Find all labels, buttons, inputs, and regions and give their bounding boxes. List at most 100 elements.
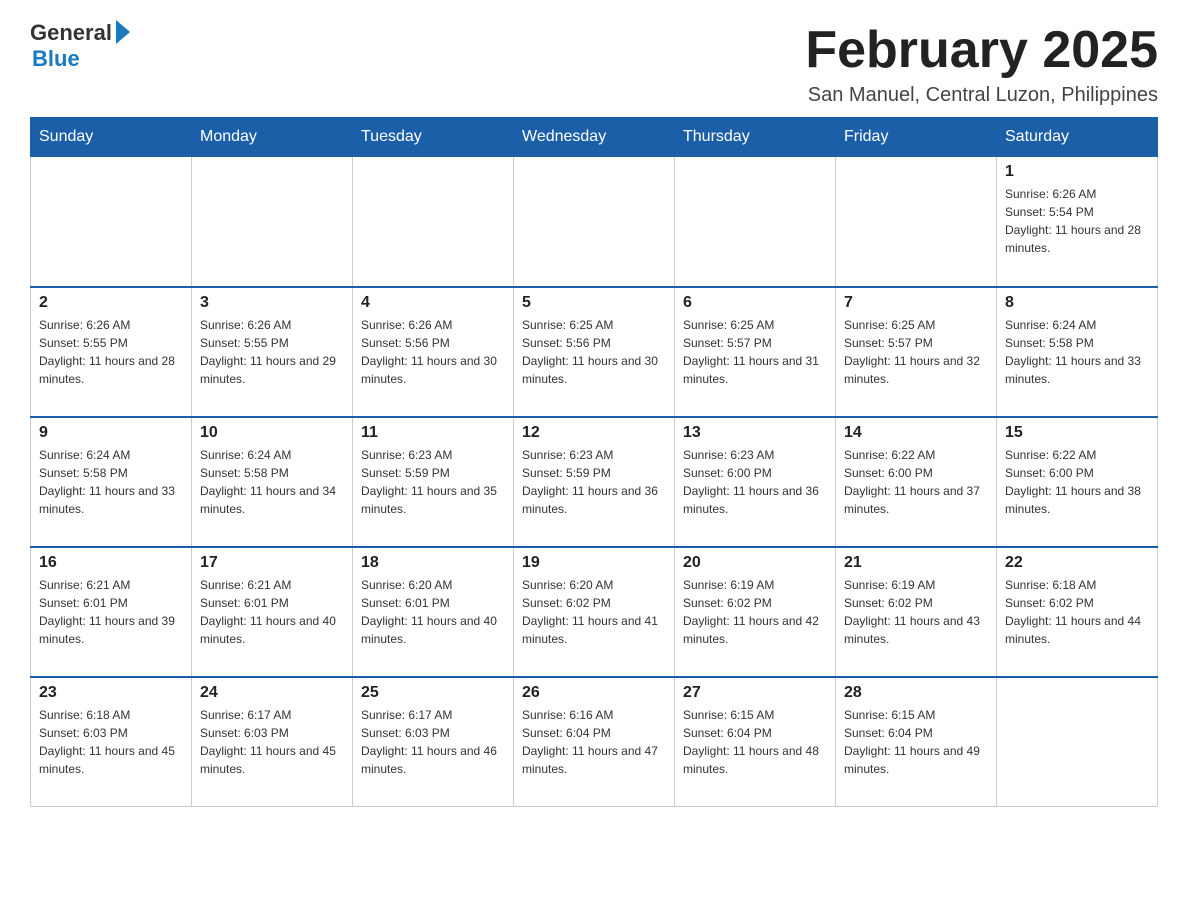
calendar-cell: 13Sunrise: 6:23 AMSunset: 6:00 PMDayligh… xyxy=(675,417,836,547)
weekday-header-sunday: Sunday xyxy=(31,118,192,157)
day-number: 26 xyxy=(522,684,666,702)
calendar-cell: 2Sunrise: 6:26 AMSunset: 5:55 PMDaylight… xyxy=(31,287,192,417)
calendar-cell: 12Sunrise: 6:23 AMSunset: 5:59 PMDayligh… xyxy=(514,417,675,547)
calendar-cell xyxy=(675,157,836,287)
day-info: Sunrise: 6:20 AMSunset: 6:02 PMDaylight:… xyxy=(522,576,666,648)
day-number: 4 xyxy=(361,294,505,312)
day-info: Sunrise: 6:24 AMSunset: 5:58 PMDaylight:… xyxy=(1005,316,1149,388)
day-info: Sunrise: 6:19 AMSunset: 6:02 PMDaylight:… xyxy=(683,576,827,648)
day-info: Sunrise: 6:25 AMSunset: 5:57 PMDaylight:… xyxy=(683,316,827,388)
calendar-week-row: 2Sunrise: 6:26 AMSunset: 5:55 PMDaylight… xyxy=(31,287,1158,417)
day-info: Sunrise: 6:17 AMSunset: 6:03 PMDaylight:… xyxy=(200,706,344,778)
day-number: 16 xyxy=(39,554,183,572)
calendar-cell: 4 Sunrise: 6:26 AMSunset: 5:56 PMDaylight… xyxy=(353,287,514,417)
weekday-header-thursday: Thursday xyxy=(675,118,836,157)
day-info: Sunrise: 6:18 AMSunset: 6:03 PMDaylight:… xyxy=(39,706,183,778)
weekday-header-monday: Monday xyxy=(192,118,353,157)
weekday-header-friday: Friday xyxy=(836,118,997,157)
calendar-week-row: 23Sunrise: 6:18 AMSunset: 6:03 PMDayligh… xyxy=(31,677,1158,807)
day-info: Sunrise: 6:26 AMSunset: 5:56 PMDaylight:… xyxy=(361,316,505,388)
day-number: 6 xyxy=(683,294,827,312)
day-info: Sunrise: 6:17 AMSunset: 6:03 PMDaylight:… xyxy=(361,706,505,778)
day-number: 1 xyxy=(1005,163,1149,181)
day-info: Sunrise: 6:22 AMSunset: 6:00 PMDaylight:… xyxy=(1005,446,1149,518)
calendar-cell: 9 Sunrise: 6:24 AMSunset: 5:58 PMDaylight… xyxy=(31,417,192,547)
calendar-cell xyxy=(353,157,514,287)
day-number: 13 xyxy=(683,424,827,442)
day-info: Sunrise: 6:21 AMSunset: 6:01 PMDaylight:… xyxy=(200,576,344,648)
weekday-header-saturday: Saturday xyxy=(997,118,1158,157)
logo-arrow-icon xyxy=(116,20,130,44)
calendar-cell: 26 Sunrise: 6:16 AMSunset: 6:04 PMDayligh… xyxy=(514,677,675,807)
calendar-header-row: SundayMondayTuesdayWednesdayThursdayFrid… xyxy=(31,118,1158,157)
calendar-cell: 25 Sunrise: 6:17 AMSunset: 6:03 PMDayligh… xyxy=(353,677,514,807)
day-info: Sunrise: 6:21 AMSunset: 6:01 PMDaylight:… xyxy=(39,576,183,648)
day-number: 20 xyxy=(683,554,827,572)
day-number: 15 xyxy=(1005,424,1149,442)
calendar-cell: 17 Sunrise: 6:21 AMSunset: 6:01 PMDayligh… xyxy=(192,547,353,677)
month-title: February 2025 xyxy=(805,20,1158,80)
day-number: 22 xyxy=(1005,554,1149,572)
day-number: 5 xyxy=(522,294,666,312)
calendar-cell: 10 Sunrise: 6:24 AMSunset: 5:58 PMDayligh… xyxy=(192,417,353,547)
page-header: General Blue February 2025 San Manuel, C… xyxy=(30,20,1158,107)
weekday-header-tuesday: Tuesday xyxy=(353,118,514,157)
logo-blue-text: Blue xyxy=(32,46,80,72)
day-info: Sunrise: 6:19 AMSunset: 6:02 PMDaylight:… xyxy=(844,576,988,648)
logo: General Blue xyxy=(30,20,130,72)
calendar-cell: 20 Sunrise: 6:19 AMSunset: 6:02 PMDayligh… xyxy=(675,547,836,677)
calendar-cell: 19Sunrise: 6:20 AMSunset: 6:02 PMDayligh… xyxy=(514,547,675,677)
calendar-cell: 23Sunrise: 6:18 AMSunset: 6:03 PMDayligh… xyxy=(31,677,192,807)
calendar-cell: 8 Sunrise: 6:24 AMSunset: 5:58 PMDaylight… xyxy=(997,287,1158,417)
location-text: San Manuel, Central Luzon, Philippines xyxy=(805,84,1158,107)
day-number: 28 xyxy=(844,684,988,702)
day-info: Sunrise: 6:22 AMSunset: 6:00 PMDaylight:… xyxy=(844,446,988,518)
day-number: 27 xyxy=(683,684,827,702)
day-number: 3 xyxy=(200,294,344,312)
day-info: Sunrise: 6:24 AMSunset: 5:58 PMDaylight:… xyxy=(39,446,183,518)
day-info: Sunrise: 6:24 AMSunset: 5:58 PMDaylight:… xyxy=(200,446,344,518)
day-number: 18 xyxy=(361,554,505,572)
day-info: Sunrise: 6:26 AMSunset: 5:55 PMDaylight:… xyxy=(39,316,183,388)
calendar-cell: 6 Sunrise: 6:25 AMSunset: 5:57 PMDaylight… xyxy=(675,287,836,417)
calendar-cell: 18 Sunrise: 6:20 AMSunset: 6:01 PMDayligh… xyxy=(353,547,514,677)
calendar-cell xyxy=(514,157,675,287)
day-number: 10 xyxy=(200,424,344,442)
day-info: Sunrise: 6:25 AMSunset: 5:57 PMDaylight:… xyxy=(844,316,988,388)
calendar-cell: 27Sunrise: 6:15 AMSunset: 6:04 PMDayligh… xyxy=(675,677,836,807)
day-number: 25 xyxy=(361,684,505,702)
logo-general-text: General xyxy=(30,20,112,46)
calendar-cell: 7Sunrise: 6:25 AMSunset: 5:57 PMDaylight… xyxy=(836,287,997,417)
calendar-cell: 3 Sunrise: 6:26 AMSunset: 5:55 PMDaylight… xyxy=(192,287,353,417)
calendar-cell: 22Sunrise: 6:18 AMSunset: 6:02 PMDayligh… xyxy=(997,547,1158,677)
calendar-cell: 14 Sunrise: 6:22 AMSunset: 6:00 PMDayligh… xyxy=(836,417,997,547)
title-section: February 2025 San Manuel, Central Luzon,… xyxy=(805,20,1158,107)
day-info: Sunrise: 6:16 AMSunset: 6:04 PMDaylight:… xyxy=(522,706,666,778)
day-number: 24 xyxy=(200,684,344,702)
day-number: 9 xyxy=(39,424,183,442)
calendar-week-row: 9 Sunrise: 6:24 AMSunset: 5:58 PMDaylight… xyxy=(31,417,1158,547)
day-info: Sunrise: 6:25 AMSunset: 5:56 PMDaylight:… xyxy=(522,316,666,388)
calendar-cell: 28 Sunrise: 6:15 AMSunset: 6:04 PMDayligh… xyxy=(836,677,997,807)
calendar-cell: 11 Sunrise: 6:23 AMSunset: 5:59 PMDayligh… xyxy=(353,417,514,547)
day-info: Sunrise: 6:20 AMSunset: 6:01 PMDaylight:… xyxy=(361,576,505,648)
day-info: Sunrise: 6:26 AMSunset: 5:54 PMDaylight:… xyxy=(1005,185,1149,257)
calendar-cell: 5 Sunrise: 6:25 AMSunset: 5:56 PMDaylight… xyxy=(514,287,675,417)
calendar-cell xyxy=(31,157,192,287)
day-number: 8 xyxy=(1005,294,1149,312)
day-number: 14 xyxy=(844,424,988,442)
day-info: Sunrise: 6:23 AMSunset: 5:59 PMDaylight:… xyxy=(361,446,505,518)
weekday-header-wednesday: Wednesday xyxy=(514,118,675,157)
calendar-cell: 16 Sunrise: 6:21 AMSunset: 6:01 PMDayligh… xyxy=(31,547,192,677)
calendar-cell: 24 Sunrise: 6:17 AMSunset: 6:03 PMDayligh… xyxy=(192,677,353,807)
day-number: 17 xyxy=(200,554,344,572)
calendar-cell xyxy=(997,677,1158,807)
day-number: 12 xyxy=(522,424,666,442)
day-info: Sunrise: 6:26 AMSunset: 5:55 PMDaylight:… xyxy=(200,316,344,388)
calendar-week-row: 16 Sunrise: 6:21 AMSunset: 6:01 PMDayligh… xyxy=(31,547,1158,677)
calendar-cell: 15 Sunrise: 6:22 AMSunset: 6:00 PMDayligh… xyxy=(997,417,1158,547)
calendar-cell xyxy=(836,157,997,287)
calendar-week-row: 1 Sunrise: 6:26 AMSunset: 5:54 PMDaylight… xyxy=(31,157,1158,287)
day-info: Sunrise: 6:15 AMSunset: 6:04 PMDaylight:… xyxy=(844,706,988,778)
day-number: 11 xyxy=(361,424,505,442)
